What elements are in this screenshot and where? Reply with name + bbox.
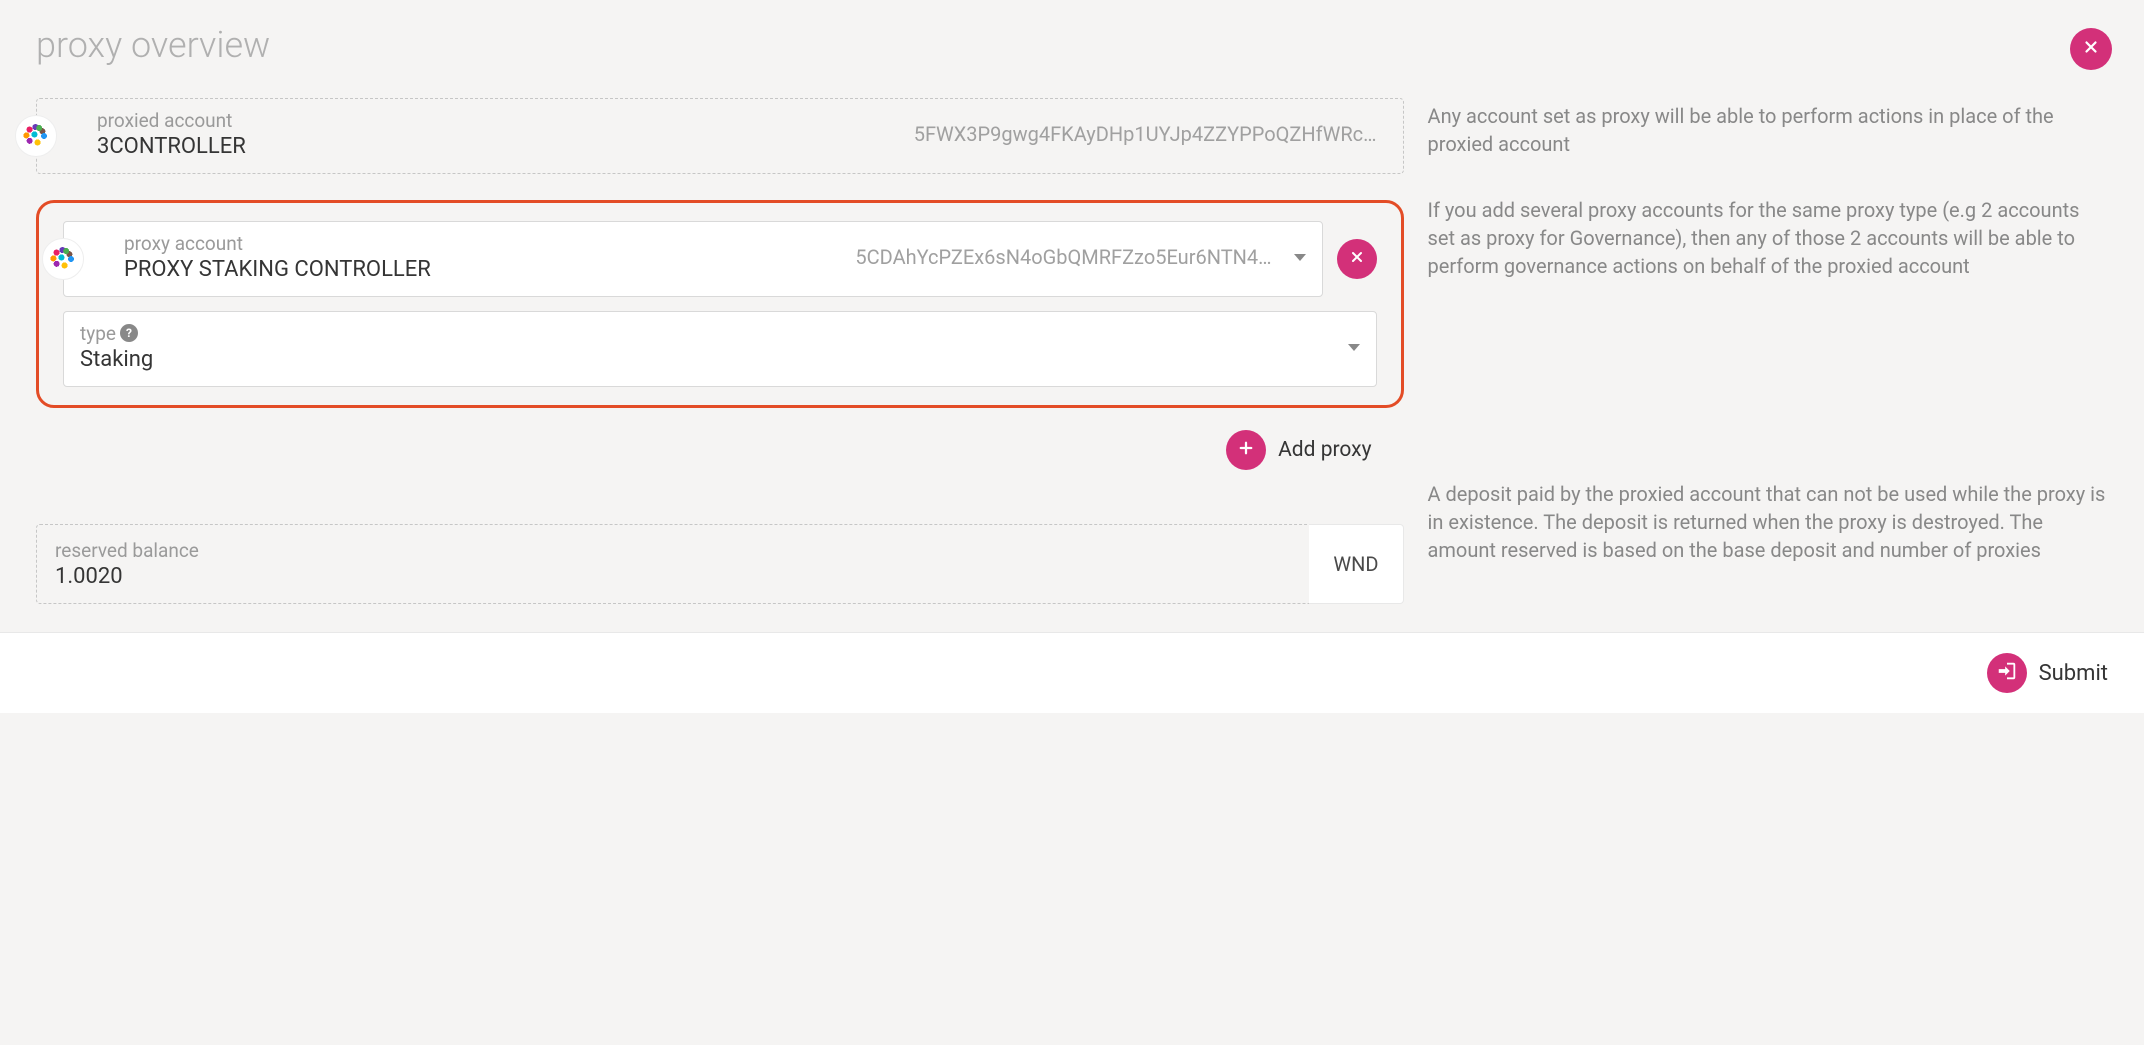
remove-proxy-button[interactable] <box>1337 239 1377 279</box>
reserved-balance-value: 1.0020 <box>55 564 1295 589</box>
proxy-account-selector[interactable]: proxy account PROXY STAKING CONTROLLER 5… <box>63 221 1323 297</box>
reserved-balance-card: reserved balance 1.0020 <box>36 524 1314 604</box>
add-proxy-label: Add proxy <box>1278 438 1371 462</box>
proxied-account-address: 5FWX3P9gwg4FKAyDHp1UYJp4ZZYPPoQZHfWRc… <box>914 122 1387 146</box>
reserved-balance-label: reserved balance <box>55 539 1295 562</box>
footer: Submit <box>0 632 2144 713</box>
proxy-type-label: type <box>80 322 116 345</box>
reserved-balance-unit: WND <box>1309 524 1403 604</box>
help-text-deposit: A deposit paid by the proxied account th… <box>1428 480 2108 564</box>
help-icon[interactable]: ? <box>120 324 138 342</box>
proxy-config-highlight: proxy account PROXY STAKING CONTROLLER 5… <box>36 200 1404 408</box>
proxied-account-card: proxied account 3CONTROLLER 5FWX3P9gwg4F… <box>36 98 1404 174</box>
proxy-account-address: 5CDAhYcPZEx6sN4oGbQMRFZzo5Eur6NTN4… <box>855 245 1281 269</box>
sign-in-icon <box>1996 660 2018 686</box>
proxied-account-name: 3CONTROLLER <box>97 134 914 159</box>
submit-label: Submit <box>2039 661 2108 686</box>
close-icon <box>1349 249 1365 269</box>
proxy-type-selector[interactable]: type ? Staking <box>63 311 1377 387</box>
close-icon <box>2082 38 2100 60</box>
help-text-proxied: Any account set as proxy will be able to… <box>1428 102 2108 158</box>
help-text-proxy-types: If you add several proxy accounts for th… <box>1428 196 2108 280</box>
proxy-identicon <box>42 238 84 280</box>
chevron-down-icon <box>1294 254 1306 261</box>
page-title: proxy overview <box>0 0 2144 78</box>
proxied-account-label: proxied account <box>97 109 914 132</box>
chevron-down-icon <box>1348 344 1360 351</box>
submit-button[interactable]: Submit <box>1987 653 2108 693</box>
proxy-account-name: PROXY STAKING CONTROLLER <box>124 257 855 282</box>
plus-icon <box>1237 439 1255 461</box>
close-button[interactable] <box>2070 28 2112 70</box>
proxy-type-value: Staking <box>80 347 1336 372</box>
add-proxy-button[interactable] <box>1226 430 1266 470</box>
proxy-account-label: proxy account <box>124 232 855 255</box>
proxied-identicon <box>15 115 57 157</box>
